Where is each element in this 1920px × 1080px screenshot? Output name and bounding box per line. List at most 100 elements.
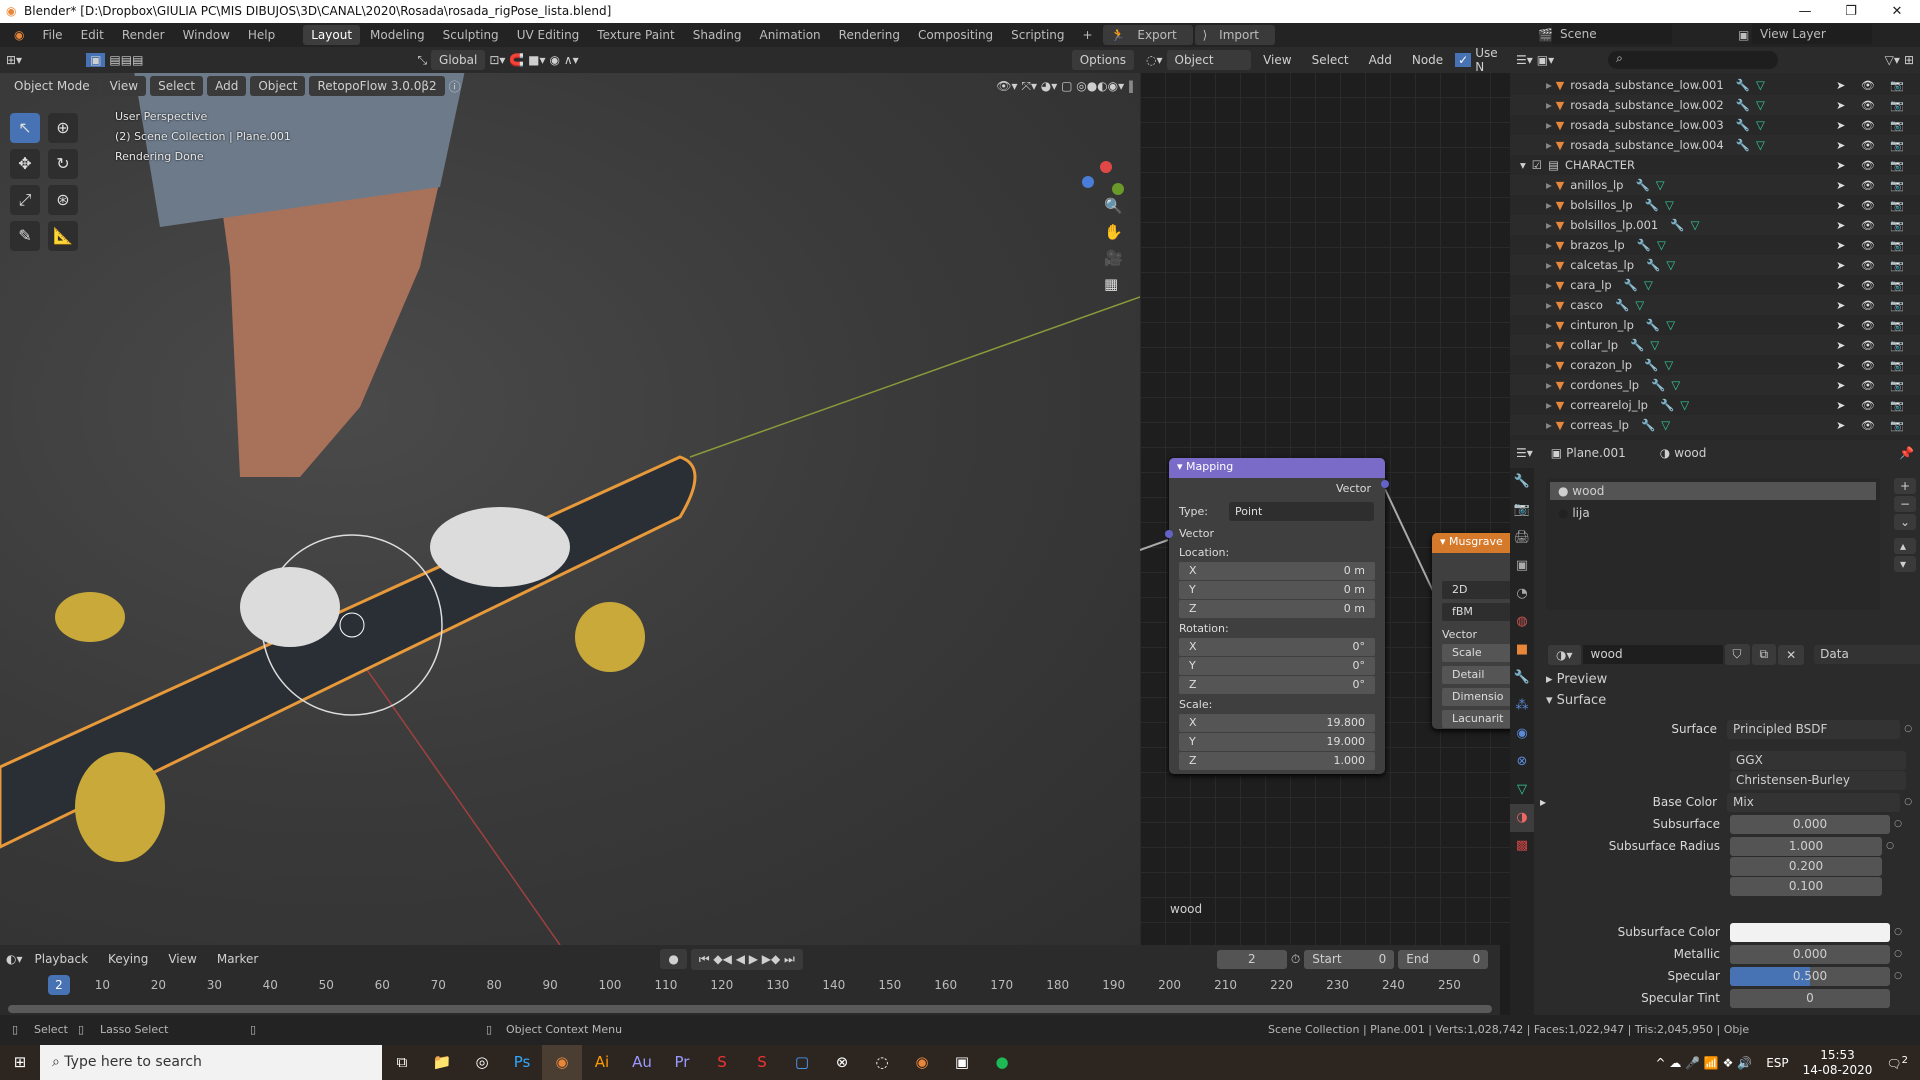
outliner-item[interactable]: ▸ ▼ calcetas_lp 🔧 ▽ ➤ 👁 📷 bbox=[1510, 255, 1920, 275]
menu-file[interactable]: File bbox=[34, 25, 70, 45]
musgrave-node[interactable]: ▾ Musgrave 2D fBM Vector Scale Detail Dime… bbox=[1432, 533, 1510, 729]
mapping-field-z[interactable]: Z 0° bbox=[1179, 676, 1375, 694]
expand-toggle-icon[interactable]: ▸ bbox=[1546, 358, 1552, 372]
surface-shader-field[interactable]: Principled BSDF bbox=[1727, 719, 1901, 739]
blender-2-icon[interactable]: ◉ bbox=[902, 1045, 942, 1080]
import-button[interactable]: ⟩ Import bbox=[1194, 25, 1275, 45]
pan-hand-icon[interactable]: ✋ bbox=[1104, 223, 1123, 241]
output-tab-icon[interactable]: 🖨 bbox=[1510, 524, 1534, 552]
subsurface-color-swatch[interactable] bbox=[1730, 922, 1890, 942]
subsurface-method-dropdown[interactable]: Christensen-Burley bbox=[1730, 770, 1906, 790]
tab-layout[interactable]: Layout bbox=[303, 25, 361, 45]
mesh-data-icon[interactable]: ▽ bbox=[1691, 218, 1700, 232]
vector-input-socket[interactable] bbox=[1165, 530, 1173, 538]
mapping-field-x[interactable]: X 19.800 bbox=[1179, 714, 1375, 732]
outliner-search-input[interactable]: ⌕ bbox=[1608, 51, 1779, 69]
scale-tool-icon[interactable]: ⤢ bbox=[10, 185, 40, 215]
expand-toggle-icon[interactable]: ▸ bbox=[1546, 258, 1552, 272]
3d-viewport[interactable]: ⊞▾ ▣ ▤▤▤ ⤡ Global ⊡▾ 🧲 ■▾ ◉ ∧▾ Options O… bbox=[0, 47, 1140, 945]
socket-icon[interactable]: ○ bbox=[1900, 724, 1916, 734]
mesh-data-icon[interactable]: ▽ bbox=[1680, 398, 1689, 412]
stopwatch-icon[interactable]: ⏱ bbox=[1291, 952, 1300, 967]
options-dropdown[interactable]: Options bbox=[1071, 50, 1134, 70]
subsurface-radius-x[interactable]: 1.000 bbox=[1730, 836, 1882, 856]
pivot-icon[interactable]: ⊡▾ bbox=[489, 53, 505, 67]
tab-compositing[interactable]: Compositing bbox=[910, 25, 1001, 45]
viewport-menu-object[interactable]: Object bbox=[250, 76, 306, 96]
specular-slider[interactable]: 0.500 bbox=[1730, 966, 1890, 986]
modifier-icon[interactable]: 🔧 bbox=[1736, 118, 1750, 132]
expand-toggle-icon[interactable]: ▸ bbox=[1546, 218, 1552, 232]
epic-games-icon[interactable]: ▣ bbox=[942, 1045, 982, 1080]
move-slot-up-button[interactable]: ▴ bbox=[1894, 538, 1917, 554]
constraints-tab-icon[interactable]: ⊗ bbox=[1510, 748, 1534, 776]
tab-modeling[interactable]: Modeling bbox=[362, 25, 433, 45]
expand-toggle-icon[interactable]: ▸ bbox=[1546, 398, 1552, 412]
slot-specials-button[interactable]: ⌄ bbox=[1894, 514, 1917, 530]
mesh-data-icon[interactable]: ▽ bbox=[1756, 118, 1765, 132]
proportional-edit-icon[interactable]: ◉ ∧▾ bbox=[550, 53, 579, 67]
outliner-item[interactable]: ▾ ☑ ▤ CHARACTER ➤ 👁 📷 bbox=[1510, 155, 1920, 175]
material-slot-wood[interactable]: ● wood bbox=[1550, 482, 1876, 500]
material-tab-icon[interactable]: ◑ bbox=[1510, 804, 1534, 832]
visibility-icons[interactable]: ➤ 👁 📷 bbox=[1836, 259, 1910, 272]
expand-toggle-icon[interactable]: ▸ bbox=[1546, 378, 1552, 392]
blender-taskbar-icon[interactable]: ◉ bbox=[542, 1045, 582, 1080]
timeline-editor-icon[interactable]: ◐▾ bbox=[6, 952, 23, 966]
expand-toggle-icon[interactable]: ▸ bbox=[1546, 238, 1552, 252]
snap-icon[interactable]: 🧲 ■▾ bbox=[509, 53, 545, 67]
subsurface-radius-y[interactable]: 0.200 bbox=[1730, 856, 1882, 876]
expand-toggle-icon[interactable]: ▾ bbox=[1520, 158, 1526, 172]
modifier-icon[interactable]: 🔧 bbox=[1646, 318, 1660, 332]
viewport-menu-add[interactable]: Add bbox=[207, 76, 247, 96]
maximize-button[interactable]: ❐ bbox=[1828, 0, 1874, 23]
outliner-display-mode-icon[interactable]: ☰▾ bbox=[1516, 53, 1533, 67]
menu-render[interactable]: Render bbox=[114, 25, 173, 45]
menu-playback[interactable]: Playback bbox=[27, 949, 97, 969]
scene-selector[interactable]: Scene bbox=[1552, 24, 1672, 44]
move-slot-down-button[interactable]: ▾ bbox=[1894, 556, 1917, 572]
expand-toggle-icon[interactable]: ▸ bbox=[1546, 138, 1552, 152]
file-explorer-icon[interactable]: 📁 bbox=[422, 1045, 462, 1080]
tab-scripting[interactable]: Scripting bbox=[1003, 25, 1072, 45]
menu-help[interactable]: Help bbox=[240, 25, 283, 45]
unlink-material-icon[interactable]: ✕ bbox=[1778, 644, 1805, 665]
expand-toggle-icon[interactable]: ▸ bbox=[1546, 298, 1552, 312]
collection-checkbox[interactable]: ☑ bbox=[1532, 158, 1542, 172]
filter-icon[interactable]: ▽▾ bbox=[1885, 53, 1900, 67]
mapping-field-y[interactable]: Y 19.000 bbox=[1179, 733, 1375, 751]
mesh-data-icon[interactable]: ▽ bbox=[1756, 78, 1765, 92]
tab-rendering[interactable]: Rendering bbox=[831, 25, 908, 45]
musgrave-type-dropdown[interactable]: fBM bbox=[1442, 603, 1510, 621]
cursor-tool-icon[interactable]: ⊕ bbox=[48, 113, 78, 143]
chrome-icon[interactable]: ◎ bbox=[462, 1045, 502, 1080]
app-icon[interactable]: ◌ bbox=[862, 1045, 902, 1080]
blender-menu-icon[interactable]: ◉ bbox=[6, 25, 32, 45]
preview-panel-header[interactable]: ▸ Preview bbox=[1546, 672, 1607, 687]
move-tool-icon[interactable]: ✥ bbox=[10, 149, 40, 179]
outliner-item[interactable]: ▸ ▼ cinturon_lp 🔧 ▽ ➤ 👁 📷 bbox=[1510, 315, 1920, 335]
modifier-icon[interactable]: 🔧 bbox=[1651, 378, 1665, 392]
language-indicator[interactable]: ESP bbox=[1766, 1056, 1788, 1070]
subsurface-radius-z[interactable]: 0.100 bbox=[1730, 876, 1882, 896]
rotate-tool-icon[interactable]: ↻ bbox=[48, 149, 78, 179]
tab-uv-editing[interactable]: UV Editing bbox=[509, 25, 588, 45]
visibility-icons[interactable]: ➤ 👁 📷 bbox=[1836, 99, 1910, 112]
distribution-dropdown[interactable]: GGX bbox=[1730, 750, 1906, 770]
outliner-item[interactable]: ▸ ▼ anillos_lp 🔧 ▽ ➤ 👁 📷 bbox=[1510, 175, 1920, 195]
mesh-data-icon[interactable]: ▽ bbox=[1656, 178, 1665, 192]
mapping-node[interactable]: ▾ Mapping Vector Type: Point Vector Locat… bbox=[1165, 458, 1389, 774]
mapping-field-z[interactable]: Z 0 m bbox=[1179, 600, 1375, 618]
expand-toggle-icon[interactable]: ▸ bbox=[1546, 118, 1552, 132]
outliner-item[interactable]: ▸ ▼ casco 🔧 ▽ ➤ 👁 📷 bbox=[1510, 295, 1920, 315]
mapping-type-dropdown[interactable]: Point bbox=[1229, 502, 1374, 521]
socket-icon[interactable]: ○ bbox=[1890, 949, 1906, 959]
start-frame-field[interactable]: Start 0 bbox=[1304, 949, 1395, 969]
outliner-item[interactable]: ▸ ▼ rosada_substance_low.001 🔧 ▽ ➤ 👁 📷 bbox=[1510, 75, 1920, 95]
mapping-field-x[interactable]: X 0° bbox=[1179, 638, 1375, 656]
editor-type-icon[interactable]: ⊞▾ bbox=[6, 53, 22, 67]
expand-toggle-icon[interactable]: ▸ bbox=[1546, 198, 1552, 212]
windows-start-icon[interactable]: ⊞ bbox=[0, 1045, 40, 1080]
close-button[interactable]: ✕ bbox=[1874, 0, 1920, 23]
expand-toggle-icon[interactable]: ▸ bbox=[1546, 178, 1552, 192]
